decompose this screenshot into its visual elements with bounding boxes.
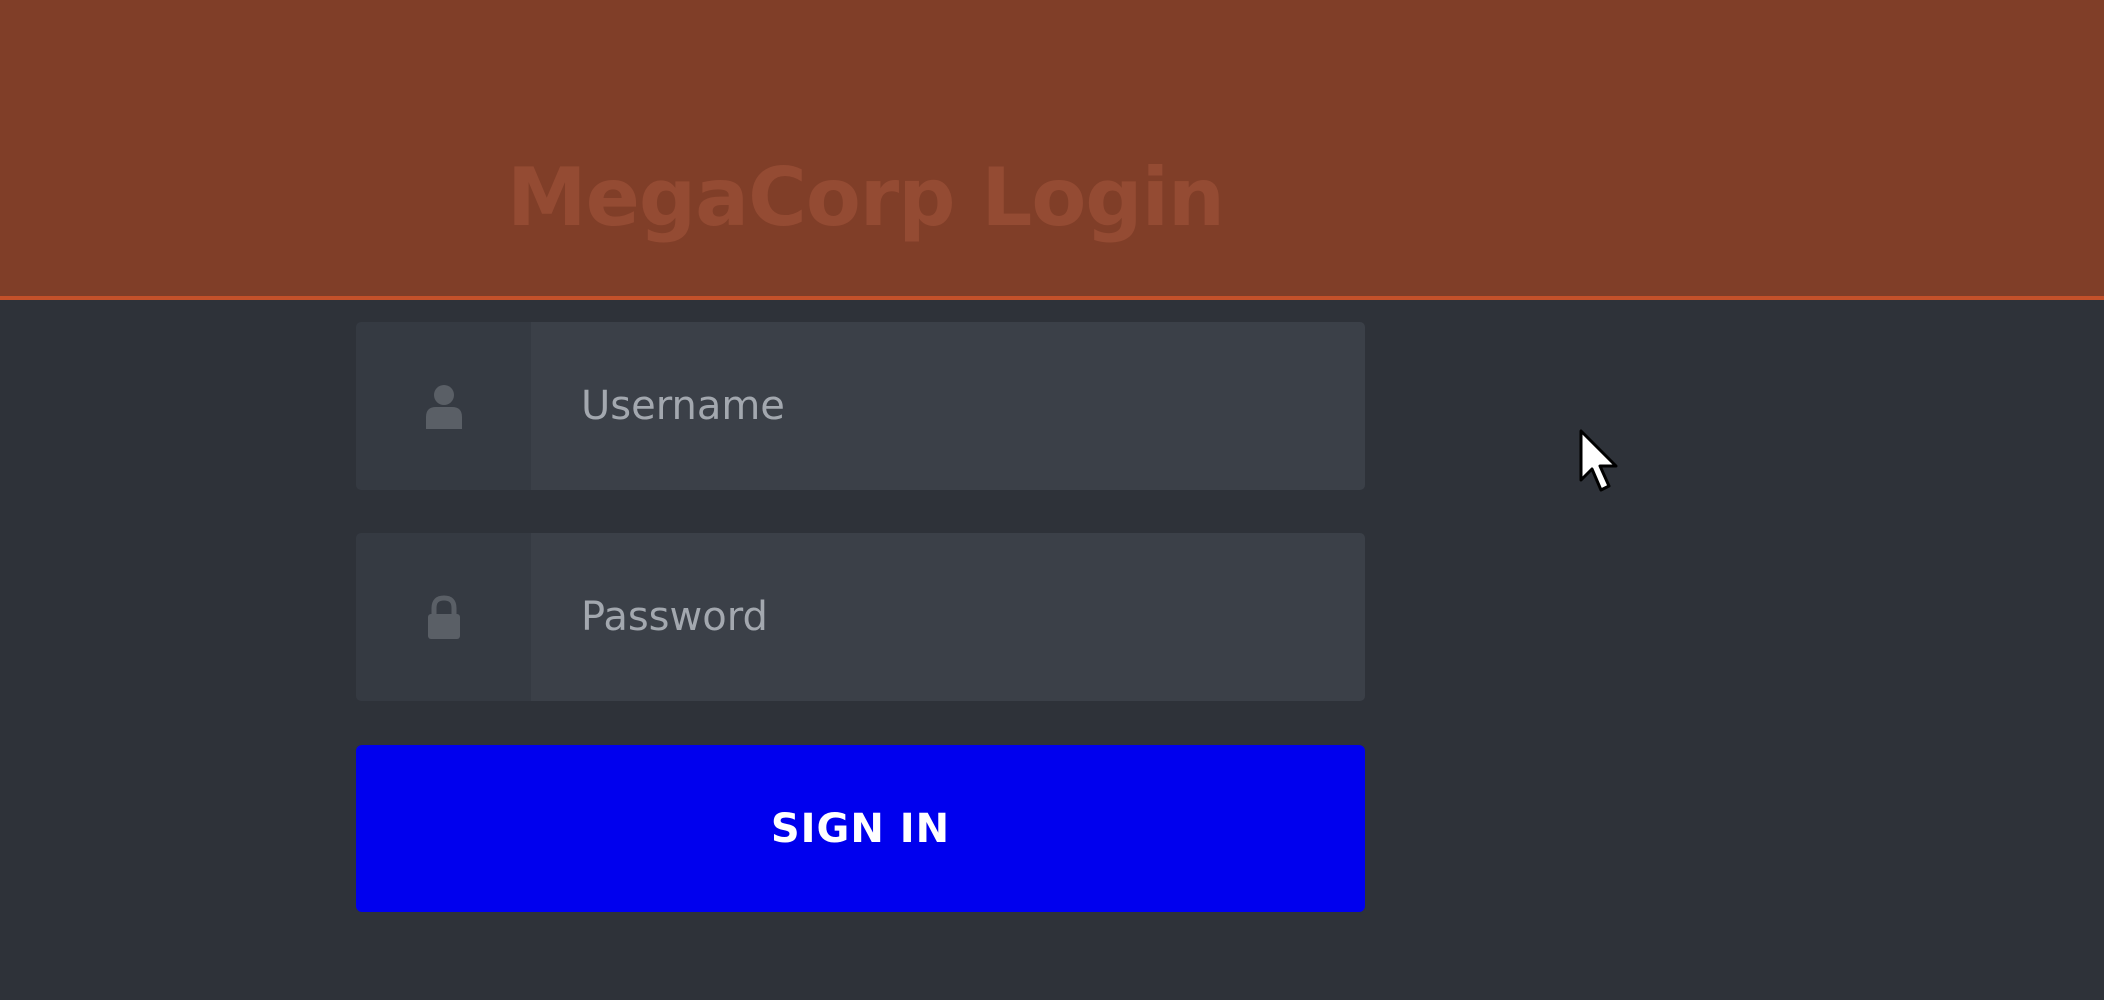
mouse-cursor-icon (1579, 429, 1618, 492)
username-field[interactable] (356, 322, 1365, 490)
user-icon (425, 385, 462, 429)
password-input[interactable] (531, 533, 1365, 701)
password-icon-box (356, 533, 531, 701)
sign-in-button[interactable]: SIGN IN (356, 745, 1365, 912)
username-input[interactable] (531, 322, 1365, 490)
page-title: MegaCorp Login (507, 151, 1225, 244)
lock-icon (427, 595, 460, 639)
header-banner: MegaCorp Login (0, 0, 2104, 300)
username-icon-box (356, 322, 531, 490)
password-field[interactable] (356, 533, 1365, 701)
